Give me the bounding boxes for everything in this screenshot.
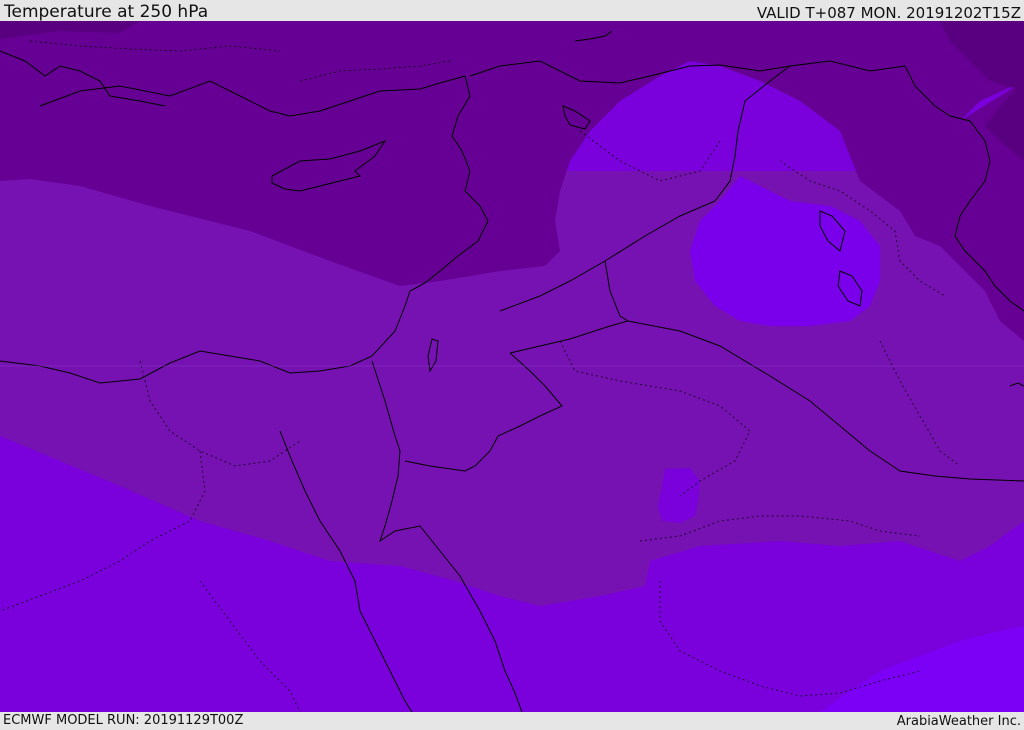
map-canvas (0, 21, 1024, 712)
header-bar: Temperature at 250 hPa VALID T+087 MON. … (0, 0, 1024, 21)
temperature-map[interactable] (0, 21, 1024, 712)
map-title: Temperature at 250 hPa (4, 2, 209, 22)
valid-time: VALID T+087 MON. 20191202T15Z (756, 4, 1021, 22)
model-run-label: ECMWF MODEL RUN: 20191129T00Z (3, 713, 244, 728)
warm-blob-south (658, 468, 700, 523)
footer-bar: ECMWF MODEL RUN: 20191129T00Z ArabiaWeat… (0, 712, 1024, 729)
brand-label: ArabiaWeather Inc. (896, 714, 1021, 729)
